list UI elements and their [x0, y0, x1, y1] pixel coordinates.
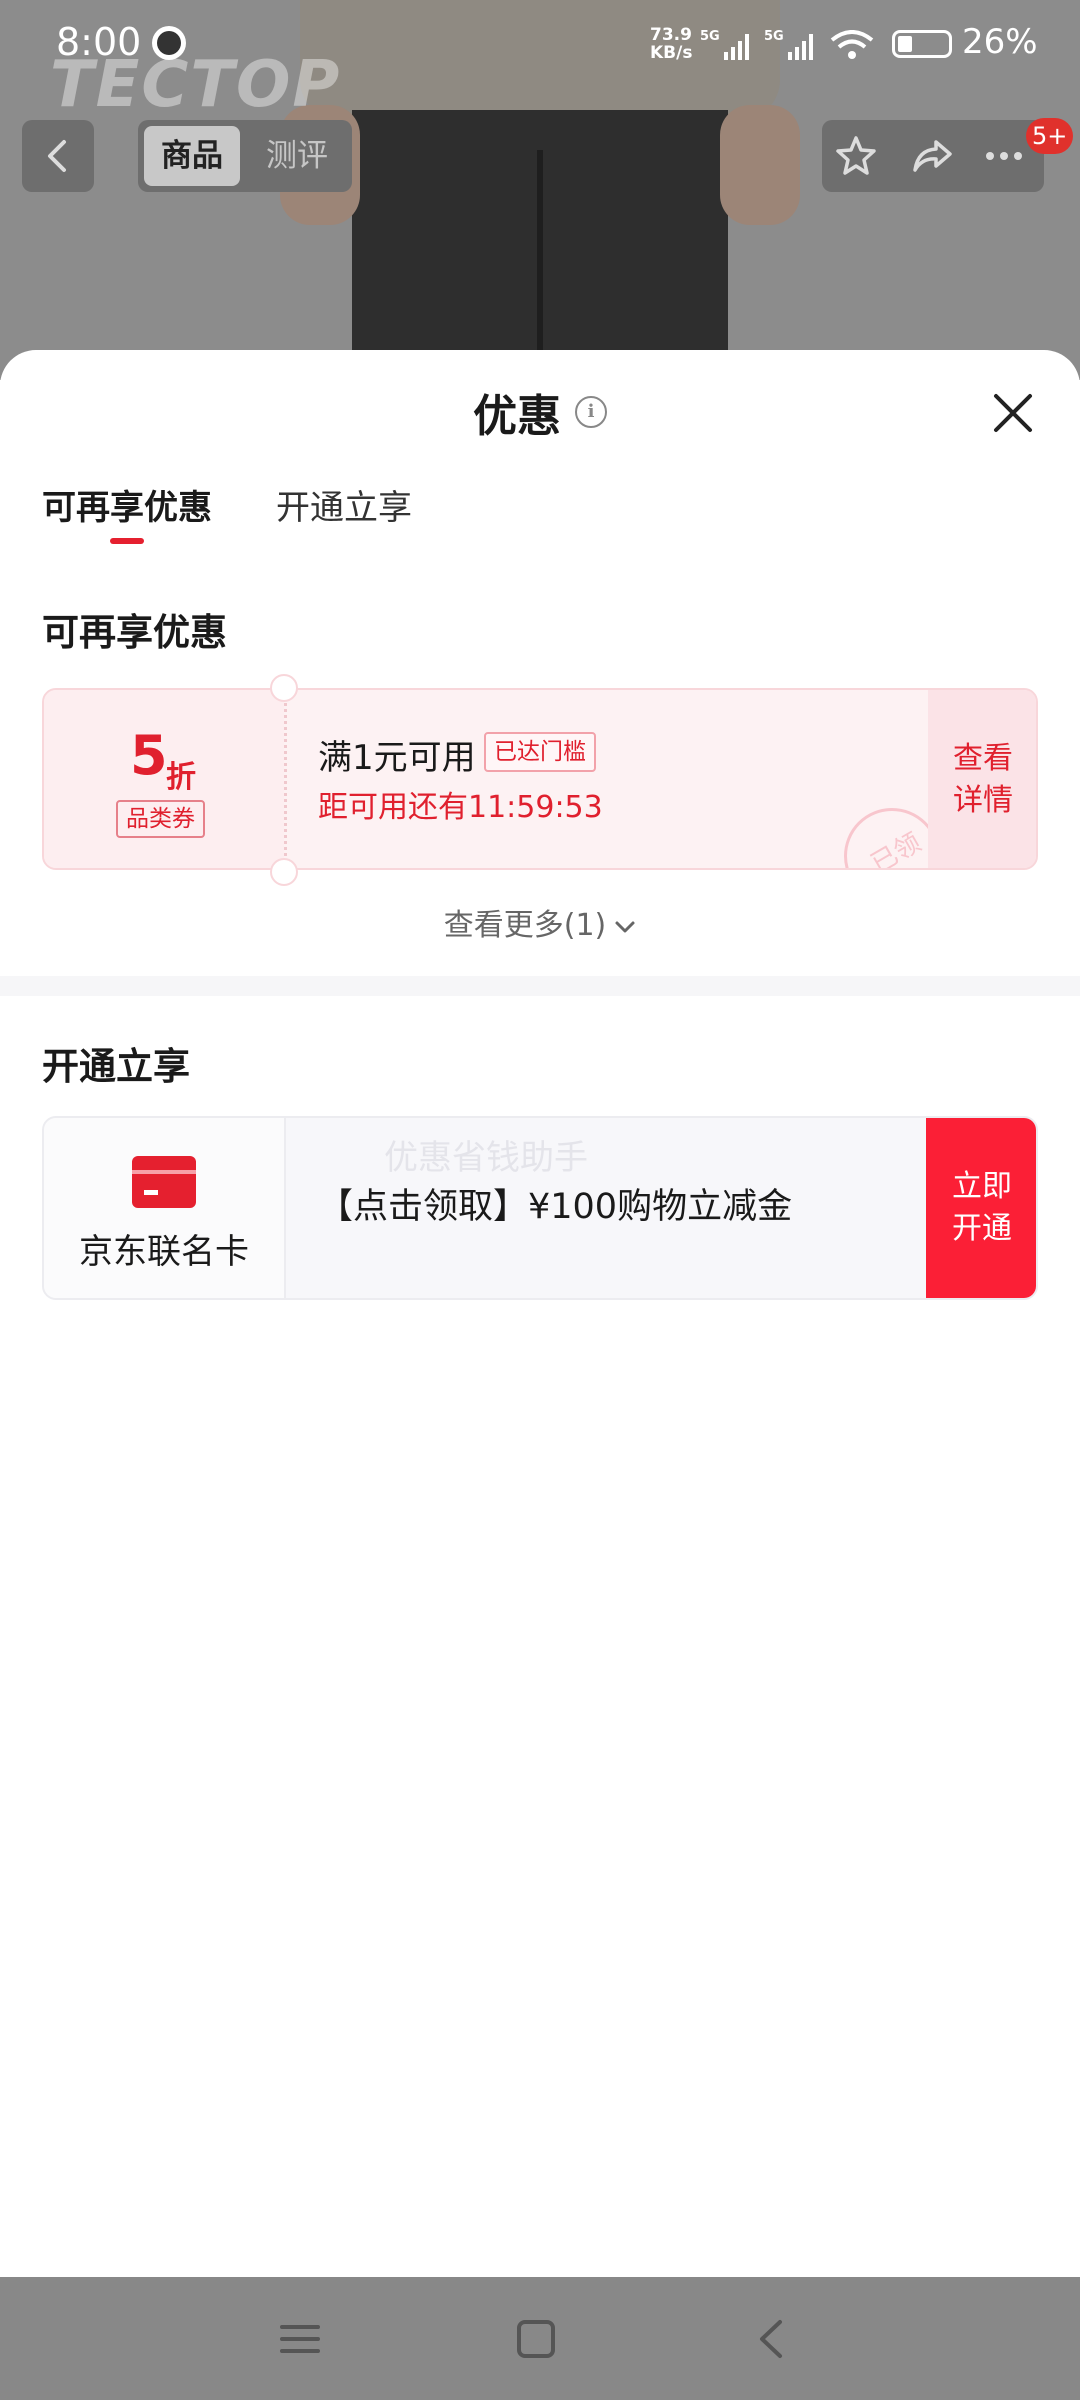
coupon-perforation [284, 690, 287, 868]
back-button[interactable] [22, 120, 94, 192]
coupon-notch-bottom [270, 858, 298, 886]
activate-now-button[interactable]: 立即 开通 [926, 1118, 1036, 1298]
signal-icon-2: 5G [764, 29, 813, 60]
chevron-down-icon [615, 921, 635, 932]
assistant-overlay-text: 优惠省钱助手 [384, 1138, 588, 1178]
message-badge: 5+ [1026, 118, 1074, 154]
card-info: 京东联名卡 [44, 1118, 286, 1298]
coupon-countdown: 距可用还有11:59:53 [318, 790, 603, 825]
home-icon[interactable] [516, 2319, 556, 2359]
signal-label-2: 5G [764, 29, 784, 44]
signal-icon: 5G [700, 29, 749, 60]
close-icon[interactable] [988, 388, 1038, 438]
status-time: 8:00 [56, 20, 142, 64]
status-bar: 8:00 73.9 KB/s 5G 5G 26% [0, 0, 1080, 90]
tab-goods[interactable]: 商品 [144, 126, 240, 186]
back-icon [48, 140, 66, 172]
credit-card-icon [132, 1156, 196, 1208]
card-name: 京东联名卡 [79, 1232, 249, 1272]
see-more-label: 查看更多(1) [443, 908, 607, 943]
coupon-type-tag: 品类券 [116, 800, 205, 838]
section-title-discounts: 可再享优惠 [42, 611, 227, 654]
discount-sheet: 优惠 i 可再享优惠 开通立享 可再享优惠 5 折 品类券 满1元可用 已达门槛 … [0, 350, 1080, 2277]
info-icon[interactable]: i [575, 396, 607, 428]
nav-back-icon[interactable] [752, 2319, 792, 2359]
activate-now-label: 立即 开通 [952, 1169, 1012, 1246]
battery-icon [892, 30, 952, 58]
coupon-card[interactable]: 5 折 品类券 满1元可用 已达门槛 距可用还有11:59:53 已领 查看 详情 [42, 688, 1038, 870]
section-divider [0, 976, 1080, 996]
coupon-condition: 满1元可用 [318, 738, 476, 778]
received-stamp-text: 已领 [866, 827, 927, 870]
system-navigation-bar [0, 2277, 1080, 2400]
coupon-notch-top [270, 674, 298, 702]
product-tabs: 商品 测评 [138, 120, 352, 192]
sheet-title-text: 优惠 [473, 391, 561, 442]
view-details-label: 查看 详情 [953, 741, 1013, 818]
trouser-seam [537, 150, 543, 380]
threshold-reached-tag: 已达门槛 [484, 732, 596, 772]
more-icon[interactable] [982, 134, 1026, 178]
model-right-hand [720, 105, 800, 225]
star-icon[interactable] [834, 134, 878, 178]
tab-available-discounts[interactable]: 可再享优惠 [42, 480, 212, 529]
view-details-button[interactable]: 查看 详情 [928, 690, 1036, 868]
tab-activate-now[interactable]: 开通立享 [276, 480, 412, 529]
network-speed: 73.9 KB/s [650, 25, 693, 63]
coupon-value-area: 5 折 品类券 [44, 690, 284, 868]
share-icon[interactable] [910, 134, 954, 178]
offer-text: 【点击领取】¥100购物立减金 [318, 1187, 793, 1227]
co-branded-card-offer[interactable]: 京东联名卡 优惠省钱助手 【点击领取】¥100购物立减金 立即 开通 [42, 1116, 1038, 1300]
received-stamp: 已领 [844, 808, 940, 870]
menu-icon[interactable] [280, 2319, 320, 2359]
discount-unit: 折 [166, 760, 196, 795]
tab-review[interactable]: 测评 [266, 126, 328, 186]
see-more-link[interactable]: 查看更多(1) [0, 900, 1080, 944]
product-actions [822, 120, 1044, 192]
sheet-title: 优惠 i [0, 380, 1080, 444]
tab-active-indicator [110, 538, 144, 544]
signal-label: 5G [700, 29, 720, 44]
section-title-activate: 开通立享 [42, 1045, 190, 1088]
battery-percent: 26% [962, 22, 1038, 62]
wifi-icon [830, 30, 874, 59]
clock-app-icon [152, 26, 186, 60]
discount-value: 5 [130, 724, 168, 787]
